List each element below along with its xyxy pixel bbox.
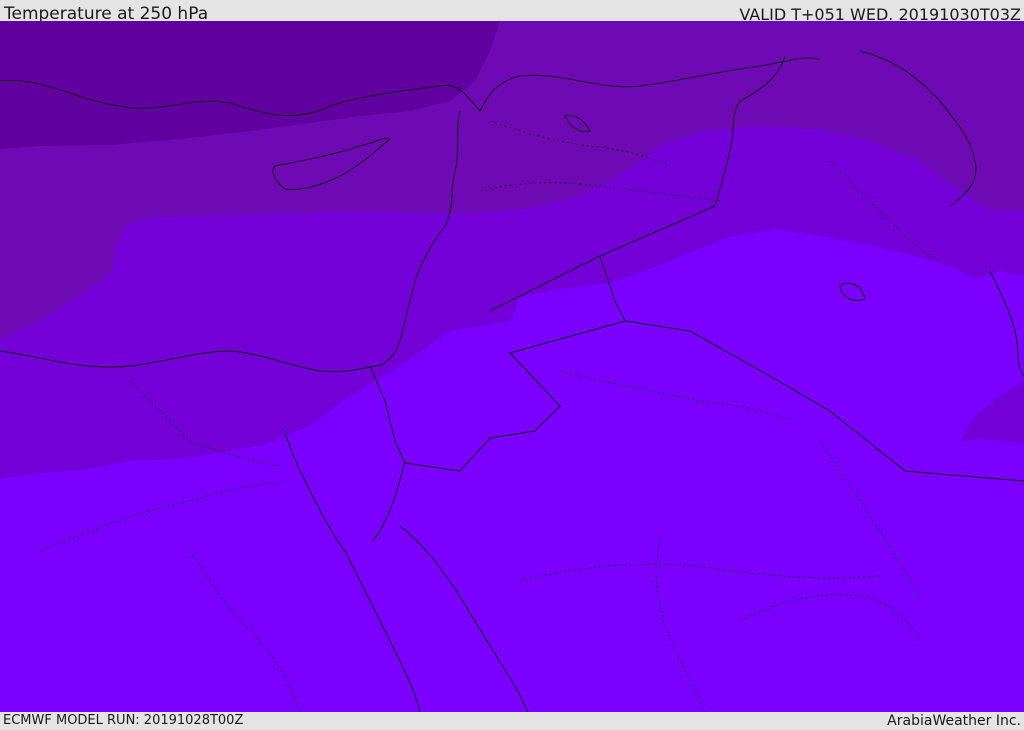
- footer-bar: ECMWF MODEL RUN: 20191028T00Z ArabiaWeat…: [0, 712, 1024, 729]
- model-run-label: ECMWF MODEL RUN: 20191028T00Z: [3, 713, 244, 728]
- temperature-map: [0, 21, 1024, 712]
- credit-label: ArabiaWeather Inc.: [887, 713, 1021, 729]
- map-canvas: [0, 21, 1024, 712]
- header-bar: Temperature at 250 hPa VALID T+051 WED. …: [0, 0, 1024, 24]
